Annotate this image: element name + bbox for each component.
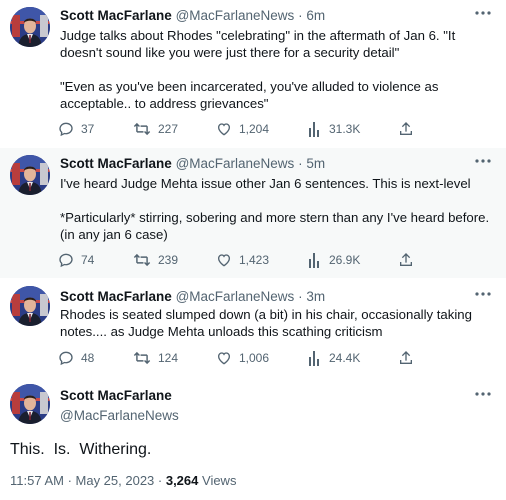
reply-count: 48 — [81, 351, 95, 365]
tweet-meta: 11:57 AM · May 25, 2023 · 3,264 Views — [10, 473, 236, 488]
more-icon[interactable] — [474, 10, 492, 24]
like-count: 1,423 — [239, 253, 270, 267]
avatar[interactable] — [10, 384, 50, 424]
main-tweet: Scott MacFarlane @MacFarlaneNews This. I… — [0, 378, 506, 500]
reply-button[interactable]: 74 — [58, 252, 94, 268]
tweet-text: I've heard Judge Mehta issue other Jan 6… — [60, 176, 490, 242]
tweet-timestamp[interactable]: 11:57 AM · May 25, 2023 · — [10, 473, 166, 488]
reply-button[interactable]: 37 — [58, 121, 94, 137]
share-icon — [400, 122, 412, 135]
author-name[interactable]: Scott MacFarlane — [60, 8, 172, 23]
tweet-text: This. Is. Withering. — [10, 441, 152, 458]
retweet-button[interactable]: 227 — [133, 121, 178, 137]
author-handle[interactable]: @MacFarlaneNews — [176, 8, 295, 23]
views-button[interactable]: 24.4K — [308, 350, 360, 366]
retweet-count: 124 — [158, 351, 179, 365]
reply-icon — [59, 253, 73, 268]
views-icon — [309, 351, 319, 366]
author-name[interactable]: Scott MacFarlane — [60, 289, 172, 304]
like-icon — [217, 123, 231, 136]
views-button[interactable]: 31.3K — [308, 121, 360, 137]
tweet-header: Scott MacFarlane @MacFarlaneNews · 3m — [60, 288, 325, 306]
like-button[interactable]: 1,006 — [216, 350, 269, 366]
views-button[interactable]: 26.9K — [308, 252, 360, 268]
avatar[interactable] — [10, 155, 50, 195]
tweet-header: Scott MacFarlane @MacFarlaneNews · 6m — [60, 7, 325, 25]
retweet-icon — [133, 351, 151, 365]
author-handle[interactable]: @MacFarlaneNews — [176, 156, 295, 171]
tweet-1[interactable]: Scott MacFarlane @MacFarlaneNews · 6m Ju… — [0, 0, 506, 148]
tweet-time[interactable]: 6m — [306, 8, 325, 23]
author-name[interactable]: Scott MacFarlane — [60, 386, 179, 406]
views-icon — [309, 122, 319, 137]
views-label: Views — [198, 473, 237, 488]
tweet-header: Scott MacFarlane @MacFarlaneNews — [60, 386, 179, 426]
reply-button[interactable]: 48 — [58, 350, 94, 366]
views-count: 26.9K — [329, 253, 361, 267]
share-button[interactable] — [398, 350, 414, 366]
reply-icon — [59, 122, 73, 137]
tweet-2[interactable]: Scott MacFarlane @MacFarlaneNews · 5m I'… — [0, 148, 506, 278]
tweet-text: Judge talks about Rhodes "celebrating" i… — [60, 28, 456, 111]
avatar[interactable] — [10, 7, 50, 47]
tweet-time[interactable]: 3m — [306, 289, 325, 304]
share-icon — [400, 253, 412, 266]
author-handle[interactable]: @MacFarlaneNews — [60, 406, 179, 426]
more-icon[interactable] — [474, 158, 492, 172]
more-icon[interactable] — [474, 291, 492, 305]
tweet-time[interactable]: 5m — [306, 156, 325, 171]
avatar[interactable] — [10, 286, 50, 326]
like-count: 1,006 — [239, 351, 270, 365]
like-icon — [217, 352, 231, 365]
like-button[interactable]: 1,204 — [216, 121, 269, 137]
share-button[interactable] — [398, 121, 414, 137]
views-count: 31.3K — [329, 122, 361, 136]
retweet-button[interactable]: 239 — [133, 252, 178, 268]
retweet-icon — [133, 122, 151, 136]
views-count: 24.4K — [329, 351, 361, 365]
views-count: 3,264 — [165, 473, 199, 488]
views-icon — [309, 253, 319, 268]
retweet-button[interactable]: 124 — [133, 350, 178, 366]
more-icon[interactable] — [474, 391, 492, 405]
reply-icon — [59, 351, 73, 366]
separator-dot: · — [298, 289, 303, 304]
like-count: 1,204 — [239, 122, 270, 136]
tweet-3[interactable]: Scott MacFarlane @MacFarlaneNews · 3m Rh… — [0, 278, 506, 378]
retweet-icon — [133, 253, 151, 267]
share-button[interactable] — [398, 252, 414, 268]
like-button[interactable]: 1,423 — [216, 252, 269, 268]
reply-count: 74 — [81, 253, 95, 267]
tweet-text: Rhodes is seated slumped down (a bit) in… — [60, 307, 472, 339]
separator-dot: · — [298, 8, 303, 23]
author-handle[interactable]: @MacFarlaneNews — [176, 289, 295, 304]
tweet-header: Scott MacFarlane @MacFarlaneNews · 5m — [60, 155, 325, 173]
retweet-count: 227 — [158, 122, 179, 136]
separator-dot: · — [298, 156, 303, 171]
reply-count: 37 — [81, 122, 95, 136]
like-icon — [217, 254, 231, 267]
retweet-count: 239 — [158, 253, 179, 267]
share-icon — [400, 351, 412, 364]
author-name[interactable]: Scott MacFarlane — [60, 156, 172, 171]
